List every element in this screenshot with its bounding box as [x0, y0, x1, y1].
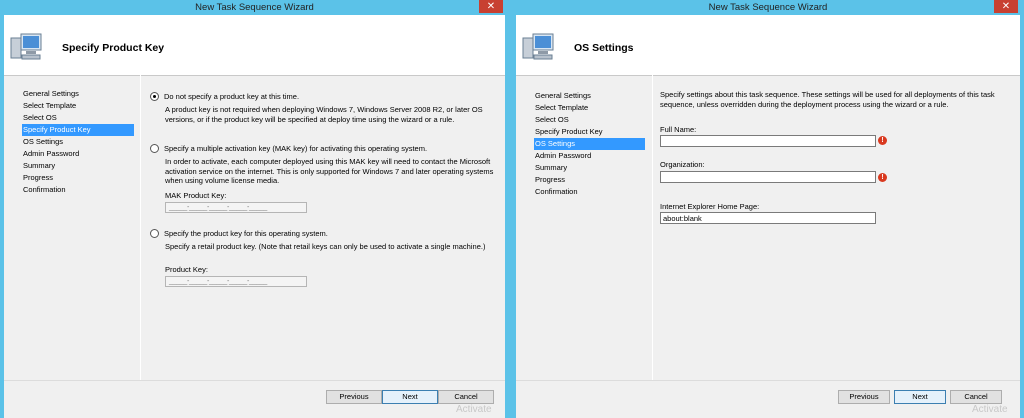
nav-step-specify-product-key[interactable]: Specify Product Key	[534, 126, 645, 138]
os-settings-intro: Specify settings about this task sequenc…	[660, 90, 995, 109]
next-button[interactable]: Next	[382, 390, 438, 404]
nav-divider	[652, 75, 653, 380]
intro-line: Specify settings about this task sequenc…	[660, 90, 995, 99]
description-line: Specify a retail product key. (Note that…	[165, 242, 486, 251]
cancel-button[interactable]: Cancel	[438, 390, 494, 404]
wizard-window-os-settings: New Task Sequence Wizard ✕ OS Settings G…	[513, 0, 1024, 418]
wizard-window-product-key: New Task Sequence Wizard ✕ Specify Produ…	[0, 0, 507, 418]
footer-divider	[4, 380, 505, 381]
nav-step-os-settings[interactable]: OS Settings	[534, 138, 645, 150]
radio-button[interactable]	[150, 144, 159, 153]
ie-home-page-input[interactable]: about:blank	[660, 212, 876, 224]
nav-step-specify-product-key[interactable]: Specify Product Key	[22, 124, 134, 136]
footer-divider	[516, 380, 1020, 381]
nav-step-admin-password[interactable]: Admin Password	[534, 150, 645, 162]
radio-label: Specify a multiple activation key (MAK k…	[164, 144, 428, 153]
full-name-label: Full Name:	[660, 125, 697, 134]
title-bar[interactable]: New Task Sequence Wizard ✕	[516, 0, 1020, 15]
nav-step-general-settings[interactable]: General Settings	[22, 88, 134, 100]
next-button[interactable]: Next	[894, 390, 946, 404]
radio-button[interactable]	[150, 229, 159, 238]
wizard-steps-nav: General Settings Select Template Select …	[534, 90, 646, 198]
close-icon: ✕	[1001, 1, 1011, 12]
activation-watermark: Activate	[972, 404, 1008, 415]
radio-button-selected[interactable]	[150, 92, 159, 101]
nav-step-confirmation[interactable]: Confirmation	[22, 184, 134, 196]
wizard-header: Specify Product Key	[4, 15, 505, 76]
mak-key-input[interactable]: _____-_____-_____-_____-_____	[165, 202, 307, 213]
previous-button[interactable]: Previous	[838, 390, 890, 404]
description-line: In order to activate, each computer depl…	[165, 157, 491, 166]
product-key-label: Product Key:	[165, 265, 208, 274]
computer-monitor-icon	[10, 33, 42, 60]
nav-step-confirmation[interactable]: Confirmation	[534, 186, 645, 198]
wizard-steps-nav: General Settings Select Template Select …	[22, 88, 134, 196]
mak-description: In order to activate, each computer depl…	[165, 157, 493, 186]
retail-description: Specify a retail product key. (Note that…	[165, 242, 485, 252]
close-icon: ✕	[486, 1, 496, 12]
nav-step-select-os[interactable]: Select OS	[22, 112, 134, 124]
close-button[interactable]: ✕	[994, 0, 1018, 13]
intro-line: sequence, unless overridden during the d…	[660, 99, 949, 109]
nav-step-summary[interactable]: Summary	[22, 160, 134, 172]
nav-step-os-settings[interactable]: OS Settings	[22, 136, 134, 148]
nav-step-select-template[interactable]: Select Template	[534, 102, 645, 114]
nav-step-summary[interactable]: Summary	[534, 162, 645, 174]
product-key-input[interactable]: _____-_____-_____-_____-_____	[165, 276, 307, 287]
nav-step-progress[interactable]: Progress	[534, 174, 645, 186]
mak-key-label: MAK Product Key:	[165, 191, 227, 200]
organization-input[interactable]	[660, 171, 876, 183]
nav-step-progress[interactable]: Progress	[22, 172, 134, 184]
description-line: activation service on the internet. This…	[165, 166, 494, 176]
ie-home-page-label: Internet Explorer Home Page:	[660, 202, 760, 211]
window-title: New Task Sequence Wizard	[195, 2, 314, 13]
computer-monitor-icon	[522, 33, 554, 60]
previous-button[interactable]: Previous	[326, 390, 382, 404]
nav-step-general-settings[interactable]: General Settings	[534, 90, 645, 102]
error-icon: !	[878, 173, 887, 182]
wizard-header: OS Settings	[516, 15, 1020, 76]
nav-step-admin-password[interactable]: Admin Password	[22, 148, 134, 160]
page-title: Specify Product Key	[62, 42, 165, 54]
full-name-input[interactable]	[660, 135, 876, 147]
window-title: New Task Sequence Wizard	[708, 2, 828, 13]
page-title: OS Settings	[574, 42, 634, 54]
close-button[interactable]: ✕	[479, 0, 503, 13]
nav-divider	[140, 75, 141, 380]
title-bar[interactable]: New Task Sequence Wizard ✕	[4, 0, 505, 15]
radio-label: Do not specify a product key at this tim…	[164, 92, 300, 101]
nav-step-select-template[interactable]: Select Template	[22, 100, 134, 112]
radio-label: Specify the product key for this operati…	[164, 229, 328, 238]
activation-watermark: Activate	[456, 404, 492, 415]
nav-step-select-os[interactable]: Select OS	[534, 114, 645, 126]
description-line: versions, or if the product key will be …	[165, 114, 455, 124]
description-line: A product key is not required when deplo…	[165, 105, 483, 114]
organization-label: Organization:	[660, 160, 705, 169]
error-icon: !	[878, 136, 887, 145]
no-key-description: A product key is not required when deplo…	[165, 105, 483, 124]
description-line: when using volume license media.	[165, 176, 280, 185]
cancel-button[interactable]: Cancel	[950, 390, 1002, 404]
